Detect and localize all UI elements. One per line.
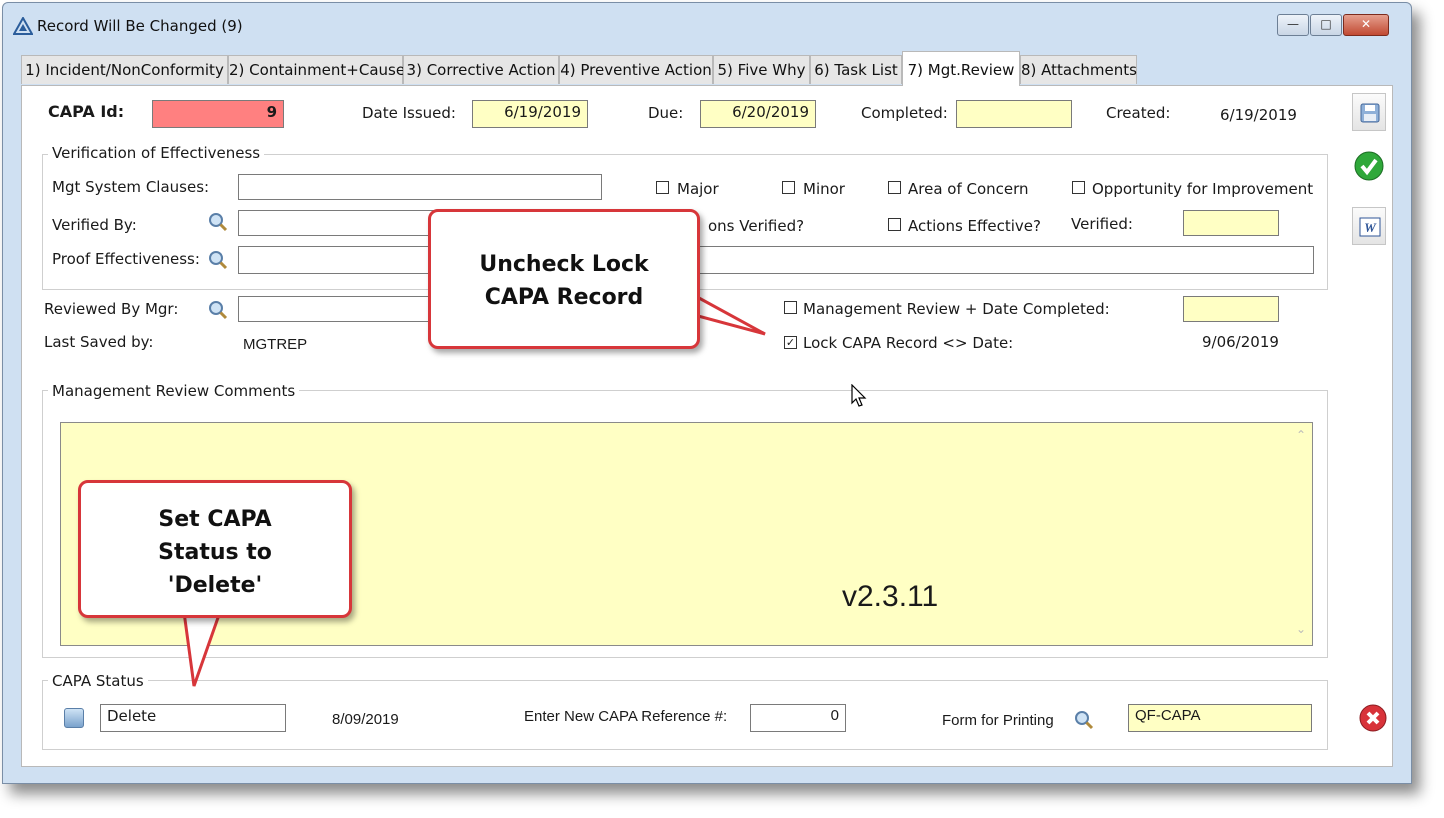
status-picker-icon[interactable] [64, 708, 84, 728]
major-label: Major [677, 180, 719, 198]
status-callout: Set CAPA Status to 'Delete' [78, 480, 352, 618]
ofi-checkbox[interactable] [1072, 181, 1085, 194]
maximize-button[interactable]: □ [1310, 14, 1342, 36]
app-logo-icon [13, 17, 33, 35]
proof-effectiveness-field[interactable] [238, 246, 1314, 274]
tab-five-why[interactable]: 5) Five Why [713, 55, 810, 84]
tab-corrective-action[interactable]: 3) Corrective Action [403, 55, 559, 84]
word-document-icon: W [1359, 217, 1381, 237]
reviewed-by-field[interactable] [238, 296, 458, 322]
tab-containment[interactable]: 2) Containment+Cause [228, 55, 405, 84]
form-printing-search-icon[interactable] [1074, 710, 1094, 730]
management-review-date-field[interactable] [1183, 296, 1279, 322]
completed-date-field[interactable] [956, 100, 1072, 128]
lock-callout-line-1: Uncheck Lock [479, 252, 649, 277]
mouse-cursor-icon [851, 384, 867, 407]
verified-by-field[interactable] [238, 210, 458, 236]
mgt-system-clauses-label: Mgt System Clauses: [52, 178, 210, 196]
new-ref-label: Enter New CAPA Reference #: [524, 708, 728, 725]
verified-by-search-icon[interactable] [208, 212, 228, 232]
verification-group-title: Verification of Effectiveness [48, 144, 265, 162]
capa-status-field[interactable]: Delete [100, 704, 286, 732]
word-export-button[interactable]: W [1352, 207, 1386, 245]
minimize-button[interactable]: — [1277, 14, 1309, 36]
status-date: 8/09/2019 [332, 711, 399, 728]
new-ref-field[interactable]: 0 [750, 704, 846, 732]
comments-scrollbar[interactable]: ⌃ ⌄ [1292, 424, 1312, 644]
created-date: 6/19/2019 [1220, 106, 1297, 124]
reviewed-by-label: Reviewed By Mgr: [44, 300, 179, 318]
proof-search-icon[interactable] [208, 250, 228, 270]
date-issued-field[interactable]: 6/19/2019 [472, 100, 588, 128]
completed-label: Completed: [861, 104, 948, 122]
minor-label: Minor [803, 180, 845, 198]
proof-effectiveness-label: Proof Effectiveness: [52, 250, 200, 268]
capa-status-group-title: CAPA Status [48, 672, 148, 690]
actions-verified-label: ons Verified? [708, 217, 805, 235]
form-printing-label: Form for Printing [942, 712, 1054, 729]
last-saved-label: Last Saved by: [44, 333, 154, 351]
tab-preventive-action[interactable]: 4) Preventive Action [559, 55, 713, 84]
area-of-concern-label: Area of Concern [908, 180, 1029, 198]
minor-checkbox[interactable] [782, 181, 795, 194]
reviewed-by-search-icon[interactable] [208, 300, 228, 320]
management-review-label: Management Review + Date Completed: [803, 300, 1110, 318]
confirm-button[interactable] [1352, 147, 1386, 185]
scroll-down-icon[interactable]: ⌄ [1296, 622, 1306, 636]
date-issued-label: Date Issued: [362, 104, 456, 122]
comments-group-title: Management Review Comments [48, 382, 300, 400]
last-saved-value: MGTREP [243, 336, 308, 353]
major-checkbox[interactable] [656, 181, 669, 194]
lock-capa-label: Lock CAPA Record <> Date: [803, 334, 1014, 352]
tab-task-list[interactable]: 6) Task List [810, 55, 902, 84]
due-date-field[interactable]: 6/20/2019 [700, 100, 816, 128]
lock-callout: Uncheck Lock CAPA Record [428, 209, 700, 349]
lock-capa-checkbox[interactable]: ✓ [784, 336, 797, 349]
status-callout-line-3: 'Delete' [167, 573, 263, 598]
close-window-button[interactable]: ✕ [1343, 14, 1389, 36]
verified-date-field[interactable] [1183, 210, 1279, 236]
status-callout-pointer [182, 610, 223, 687]
verified-by-label: Verified By: [52, 216, 137, 234]
green-check-icon [1354, 151, 1384, 181]
area-of-concern-checkbox[interactable] [888, 181, 901, 194]
svg-text:W: W [1364, 220, 1377, 235]
tab-attachments[interactable]: 8) Attachments [1020, 55, 1137, 84]
status-callout-line-1: Set CAPA [158, 507, 272, 532]
capa-id-field[interactable]: 9 [152, 100, 284, 128]
scroll-up-icon[interactable]: ⌃ [1296, 428, 1306, 442]
title-bar[interactable]: Record Will Be Changed (9) — □ ✕ [3, 3, 1411, 45]
version-label: v2.3.11 [842, 580, 939, 613]
lock-callout-line-2: CAPA Record [484, 285, 644, 310]
tab-incident[interactable]: 1) Incident/NonConformity [21, 55, 228, 84]
tab-mgt-review[interactable]: 7) Mgt.Review [902, 51, 1020, 86]
verified-label: Verified: [1071, 215, 1133, 233]
due-label: Due: [648, 104, 684, 122]
save-button[interactable] [1352, 93, 1386, 131]
created-label: Created: [1106, 104, 1171, 122]
cancel-close-icon[interactable] [1358, 703, 1388, 733]
window-title: Record Will Be Changed (9) [37, 17, 243, 35]
ofi-label: Opportunity for Improvement [1092, 180, 1314, 198]
lock-capa-date: 9/06/2019 [1202, 333, 1279, 351]
form-printing-field[interactable]: QF-CAPA [1128, 704, 1312, 732]
actions-effective-checkbox[interactable] [888, 218, 901, 231]
mgt-system-clauses-field[interactable] [238, 174, 602, 200]
save-disk-icon [1360, 103, 1380, 123]
status-callout-line-2: Status to [158, 540, 272, 565]
actions-effective-label: Actions Effective? [908, 217, 1041, 235]
management-review-checkbox[interactable] [784, 301, 797, 314]
capa-id-label: CAPA Id: [48, 102, 125, 121]
